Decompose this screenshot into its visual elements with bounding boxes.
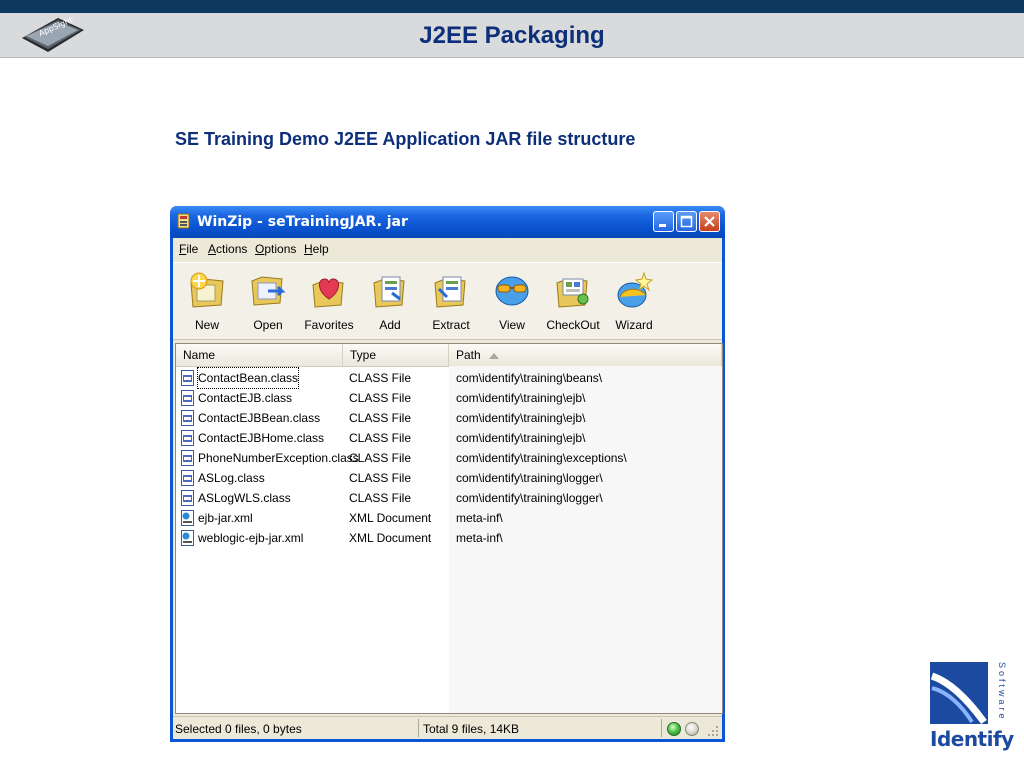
file-row[interactable]: PhoneNumberException.class CLASS File co… xyxy=(176,448,722,468)
menu-bar: File Actions Options Help xyxy=(173,238,722,260)
file-name: ContactEJBBean.class xyxy=(198,411,321,425)
column-header-name[interactable]: Name xyxy=(176,344,343,366)
new-archive-icon xyxy=(190,272,224,308)
file-name: ContactBean.class xyxy=(196,367,300,389)
new-button[interactable]: New xyxy=(178,263,236,339)
title-bar[interactable]: WinZip - seTrainingJAR. jar xyxy=(170,206,725,238)
file-type: CLASS File xyxy=(349,491,412,505)
extract-button[interactable]: Extract xyxy=(422,263,480,339)
close-icon xyxy=(704,216,715,227)
file-row[interactable]: ContactEJBHome.class CLASS File com\iden… xyxy=(176,428,722,448)
class-file-icon xyxy=(181,410,194,426)
wizard-icon xyxy=(617,271,654,308)
add-icon xyxy=(373,276,405,308)
file-type: CLASS File xyxy=(349,451,412,465)
status-total: Total 9 files, 14KB xyxy=(423,722,520,736)
column-header-type[interactable]: Type xyxy=(343,344,449,366)
file-type: XML Document xyxy=(349,531,432,545)
wizard-button[interactable]: Wizard xyxy=(605,263,663,339)
favorites-button[interactable]: Favorites xyxy=(300,263,358,339)
file-name: ContactEJB.class xyxy=(198,391,293,405)
class-file-icon xyxy=(181,470,194,486)
window-title: WinZip - seTrainingJAR. jar xyxy=(197,214,408,230)
file-path: meta-inf\ xyxy=(456,531,503,545)
brand-software: Software xyxy=(997,662,1007,722)
class-file-icon xyxy=(181,450,194,466)
xml-file-icon xyxy=(181,510,194,526)
file-row[interactable]: ASLogWLS.class CLASS File com\identify\t… xyxy=(176,488,722,508)
minimize-button[interactable] xyxy=(653,211,674,232)
slide-subtitle: SE Training Demo J2EE Application JAR fi… xyxy=(175,129,636,149)
maximize-button[interactable] xyxy=(676,211,697,232)
column-header-row: Name Type Path xyxy=(176,344,722,367)
class-file-icon xyxy=(181,370,194,386)
status-green-light-icon xyxy=(667,722,681,736)
file-type: CLASS File xyxy=(349,411,412,425)
window-client: File Actions Options Help New Open Favor… xyxy=(173,238,723,739)
file-type: CLASS File xyxy=(349,371,412,385)
favorites-icon xyxy=(312,278,344,308)
open-button[interactable]: Open xyxy=(239,263,297,339)
file-path: com\identify\training\logger\ xyxy=(456,491,603,505)
file-row[interactable]: ContactEJBBean.class CLASS File com\iden… xyxy=(176,408,722,428)
class-file-icon xyxy=(181,490,194,506)
file-path: com\identify\training\ejb\ xyxy=(456,391,586,405)
add-button[interactable]: Add xyxy=(361,263,419,339)
file-path: com\identify\training\logger\ xyxy=(456,471,603,485)
toolbar: New Open Favorites Add Extract View Chec… xyxy=(173,262,722,340)
file-row[interactable]: ASLog.class CLASS File com\identify\trai… xyxy=(176,468,722,488)
minimize-icon xyxy=(659,224,666,227)
file-row[interactable]: ejb-jar.xml XML Document meta-inf\ xyxy=(176,508,722,528)
open-archive-icon xyxy=(251,276,286,306)
file-row[interactable]: ContactBean.class CLASS File com\identif… xyxy=(176,367,722,389)
column-header-path[interactable]: Path xyxy=(449,344,722,366)
close-button[interactable] xyxy=(699,211,720,232)
status-selected: Selected 0 files, 0 bytes xyxy=(175,722,302,736)
menu-actions[interactable]: Actions xyxy=(208,242,247,256)
status-divider xyxy=(418,719,419,737)
file-name: ejb-jar.xml xyxy=(198,511,253,525)
file-name: PhoneNumberException.class xyxy=(198,451,359,465)
file-path: com\identify\training\ejb\ xyxy=(456,411,586,425)
file-path: meta-inf\ xyxy=(456,511,503,525)
wizard-label: Wizard xyxy=(615,318,653,332)
extract-icon xyxy=(434,276,466,308)
file-list[interactable]: Name Type Path ContactBean.class CLASS F… xyxy=(175,343,723,714)
xml-file-icon xyxy=(181,530,194,546)
brand-name: Identify xyxy=(930,727,1014,751)
sort-ascending-icon xyxy=(488,352,499,359)
resize-grip-icon[interactable] xyxy=(707,725,719,737)
file-name: weblogic-ejb-jar.xml xyxy=(198,531,304,545)
file-path: com\identify\training\exceptions\ xyxy=(456,451,627,465)
maximize-icon xyxy=(680,215,693,228)
class-file-icon xyxy=(181,390,194,406)
file-row[interactable]: weblogic-ejb-jar.xml XML Document meta-i… xyxy=(176,528,722,548)
class-file-icon xyxy=(181,430,194,446)
checkout-button[interactable]: CheckOut xyxy=(544,263,602,339)
status-gray-light-icon xyxy=(685,722,699,736)
menu-file[interactable]: File xyxy=(179,242,198,256)
menu-help[interactable]: Help xyxy=(304,242,329,256)
file-name: ASLog.class xyxy=(198,471,265,485)
file-type: XML Document xyxy=(349,511,432,525)
file-name: ContactEJBHome.class xyxy=(198,431,325,445)
file-row[interactable]: ContactEJB.class CLASS File com\identify… xyxy=(176,388,722,408)
menu-options[interactable]: Options xyxy=(255,242,296,256)
status-bar: Selected 0 files, 0 bytes Total 9 files,… xyxy=(173,716,722,739)
checkout-icon xyxy=(556,278,589,308)
status-divider xyxy=(661,719,662,737)
file-type: CLASS File xyxy=(349,431,412,445)
winzip-app-icon xyxy=(177,213,190,229)
view-button[interactable]: View xyxy=(483,263,541,339)
file-type: CLASS File xyxy=(349,391,412,405)
page-title: J2EE Packaging xyxy=(419,22,605,49)
view-icon xyxy=(495,276,529,306)
file-name: ASLogWLS.class xyxy=(198,491,291,505)
file-path: com\identify\training\ejb\ xyxy=(456,431,586,445)
winzip-window: WinZip - seTrainingJAR. jar File Actions… xyxy=(170,206,725,742)
file-type: CLASS File xyxy=(349,471,412,485)
header-strip xyxy=(0,0,1024,13)
file-path: com\identify\training\beans\ xyxy=(456,371,603,385)
